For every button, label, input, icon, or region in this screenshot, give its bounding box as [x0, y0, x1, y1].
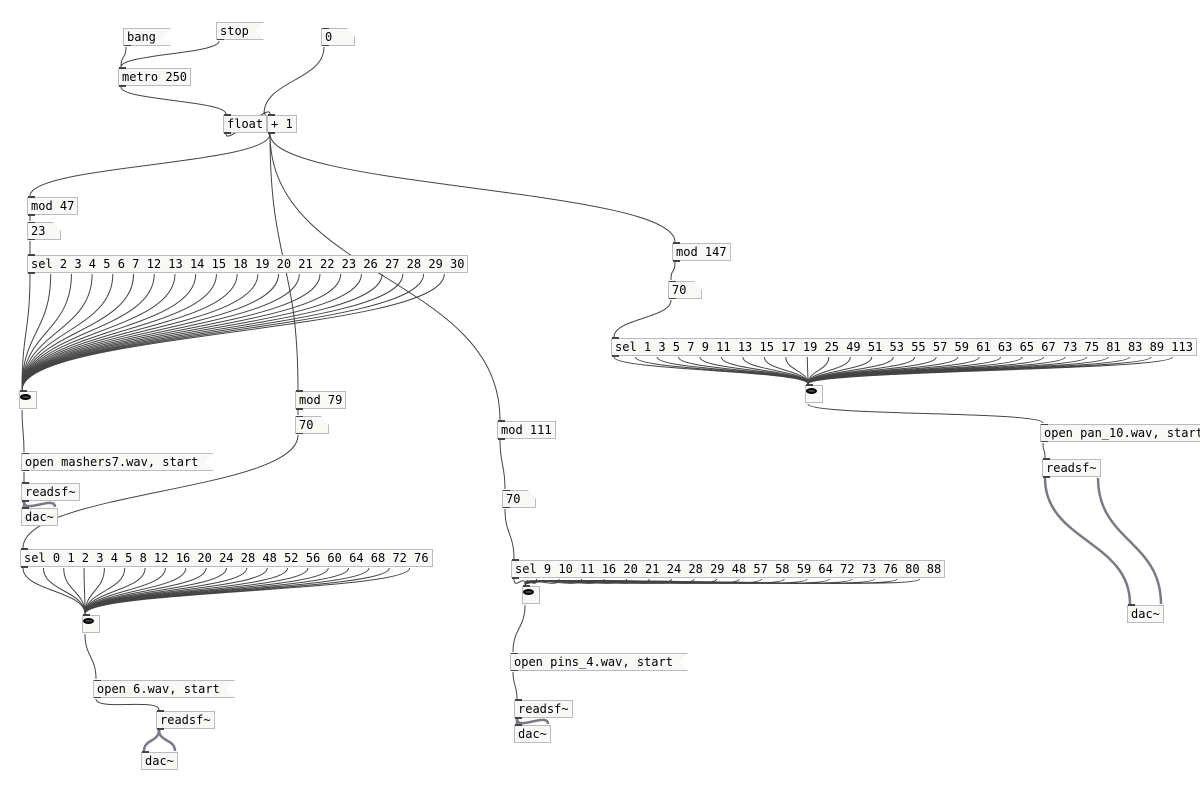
sel-a-object[interactable]: sel 2 3 4 5 6 7 12 13 14 15 18 19 20 21 …	[27, 255, 468, 273]
mod-47-object[interactable]: mod 47	[27, 197, 78, 215]
readsf-c-object[interactable]: readsf~	[514, 700, 573, 718]
text: mod 47	[31, 199, 74, 213]
text: sel 2 3 4 5 6 7 12 13 14 15 18 19 20 21 …	[31, 257, 464, 271]
dac-a-object[interactable]: dac~	[21, 508, 58, 526]
readsf-a-object[interactable]: readsf~	[21, 483, 80, 501]
dac-c-object[interactable]: dac~	[514, 725, 551, 743]
mod-111-object[interactable]: mod 111	[497, 421, 556, 439]
value: 70	[299, 418, 313, 432]
text: float	[227, 117, 263, 131]
text: readsf~	[25, 485, 76, 499]
mod-47-number[interactable]: 23	[27, 222, 61, 240]
readsf-b-object[interactable]: readsf~	[156, 711, 215, 729]
bang-a[interactable]	[19, 391, 37, 409]
label: stop	[220, 24, 249, 38]
text: sel 1 3 5 7 9 11 13 15 17 19 25 49 51 53…	[615, 340, 1193, 354]
sel-d-object[interactable]: sel 1 3 5 7 9 11 13 15 17 19 25 49 51 53…	[611, 338, 1197, 356]
text: mod 147	[676, 245, 727, 259]
text: sel 0 1 2 3 4 5 8 12 16 20 24 28 48 52 5…	[24, 551, 429, 565]
sel-c-object[interactable]: sel 9 10 11 16 20 21 24 28 29 48 57 58 5…	[511, 560, 945, 578]
open-pan-message[interactable]: open pan_10.wav, start	[1040, 424, 1200, 442]
text: readsf~	[518, 702, 569, 716]
bang-b[interactable]	[82, 615, 100, 633]
value: 70	[672, 283, 686, 297]
text: sel 9 10 11 16 20 21 24 28 29 48 57 58 5…	[515, 562, 941, 576]
text: readsf~	[160, 713, 211, 727]
bang-message[interactable]: bang	[123, 28, 171, 46]
label: open mashers7.wav, start	[25, 455, 198, 469]
counter-reset-number[interactable]: 0	[321, 28, 355, 46]
label: open pan_10.wav, start	[1044, 426, 1200, 440]
mod-111-number[interactable]: 70	[502, 490, 536, 508]
value: 0	[325, 30, 332, 44]
value: 23	[31, 224, 45, 238]
label: open 6.wav, start	[97, 682, 220, 696]
label: open pins_4.wav, start	[514, 655, 673, 669]
value: 70	[506, 492, 520, 506]
metro-object[interactable]: metro 250	[118, 68, 191, 86]
text: metro 250	[122, 70, 187, 84]
plus-one-object[interactable]: + 1	[267, 115, 297, 133]
readsf-d-object[interactable]: readsf~	[1042, 459, 1101, 477]
float-object[interactable]: float	[223, 115, 267, 133]
stop-message[interactable]: stop	[216, 22, 264, 40]
bang-d[interactable]	[805, 385, 823, 403]
dac-b-object[interactable]: dac~	[141, 752, 178, 770]
open-6wav-message[interactable]: open 6.wav, start	[93, 680, 235, 698]
text: dac~	[145, 754, 174, 768]
text: mod 111	[501, 423, 552, 437]
text: + 1	[271, 117, 293, 131]
label: bang	[127, 30, 156, 44]
text: dac~	[518, 727, 547, 741]
text: mod 79	[299, 393, 342, 407]
dac-d-object[interactable]: dac~	[1127, 605, 1164, 623]
mod-79-object[interactable]: mod 79	[295, 391, 346, 409]
mod-147-number[interactable]: 70	[668, 281, 702, 299]
open-pins-message[interactable]: open pins_4.wav, start	[510, 653, 688, 671]
bang-c[interactable]	[522, 586, 540, 604]
open-mashers-message[interactable]: open mashers7.wav, start	[21, 453, 213, 471]
text: dac~	[1131, 607, 1160, 621]
mod-147-object[interactable]: mod 147	[672, 243, 731, 261]
text: readsf~	[1046, 461, 1097, 475]
text: dac~	[25, 510, 54, 524]
mod-79-number[interactable]: 70	[295, 416, 329, 434]
sel-b-object[interactable]: sel 0 1 2 3 4 5 8 12 16 20 24 28 48 52 5…	[20, 549, 433, 567]
